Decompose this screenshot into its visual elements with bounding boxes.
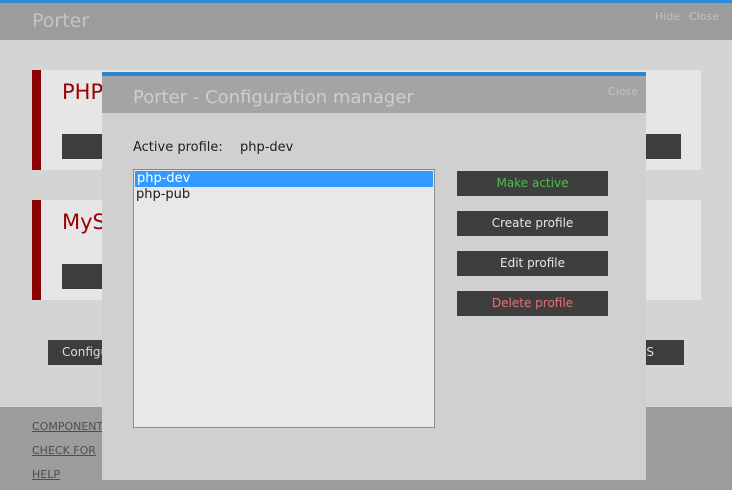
- create-profile-button[interactable]: Create profile: [457, 211, 608, 236]
- delete-profile-button[interactable]: Delete profile: [457, 291, 608, 316]
- help-link[interactable]: HELP: [32, 468, 60, 481]
- active-profile-value: php-dev: [240, 140, 294, 155]
- components-link[interactable]: COMPONENT: [32, 420, 103, 433]
- configuration-manager-dialog: Porter - Configuration manager Close Act…: [102, 72, 646, 480]
- check-for-updates-link[interactable]: CHECK FOR: [32, 444, 96, 457]
- main-close-button[interactable]: Close: [689, 10, 719, 23]
- dialog-title: Porter - Configuration manager: [133, 87, 414, 108]
- make-active-button[interactable]: Make active: [457, 171, 608, 196]
- main-window-title: Porter: [32, 10, 90, 32]
- profile-list-item[interactable]: php-pub: [134, 187, 434, 203]
- card-title: MyS: [62, 210, 106, 234]
- main-window-accent-bar: [0, 0, 732, 3]
- card-title: PHP: [62, 80, 104, 104]
- dialog-titlebar: Porter - Configuration manager Close: [102, 76, 646, 113]
- profile-list[interactable]: php-dev php-pub: [133, 169, 435, 428]
- profile-list-item-selected[interactable]: php-dev: [135, 171, 433, 187]
- active-profile-label: Active profile:: [133, 140, 223, 155]
- main-hide-button[interactable]: Hide: [655, 10, 680, 23]
- dialog-close-button[interactable]: Close: [608, 85, 638, 98]
- card-accent-bar: [32, 200, 41, 300]
- edit-profile-button[interactable]: Edit profile: [457, 251, 608, 276]
- card-accent-bar: [32, 70, 41, 170]
